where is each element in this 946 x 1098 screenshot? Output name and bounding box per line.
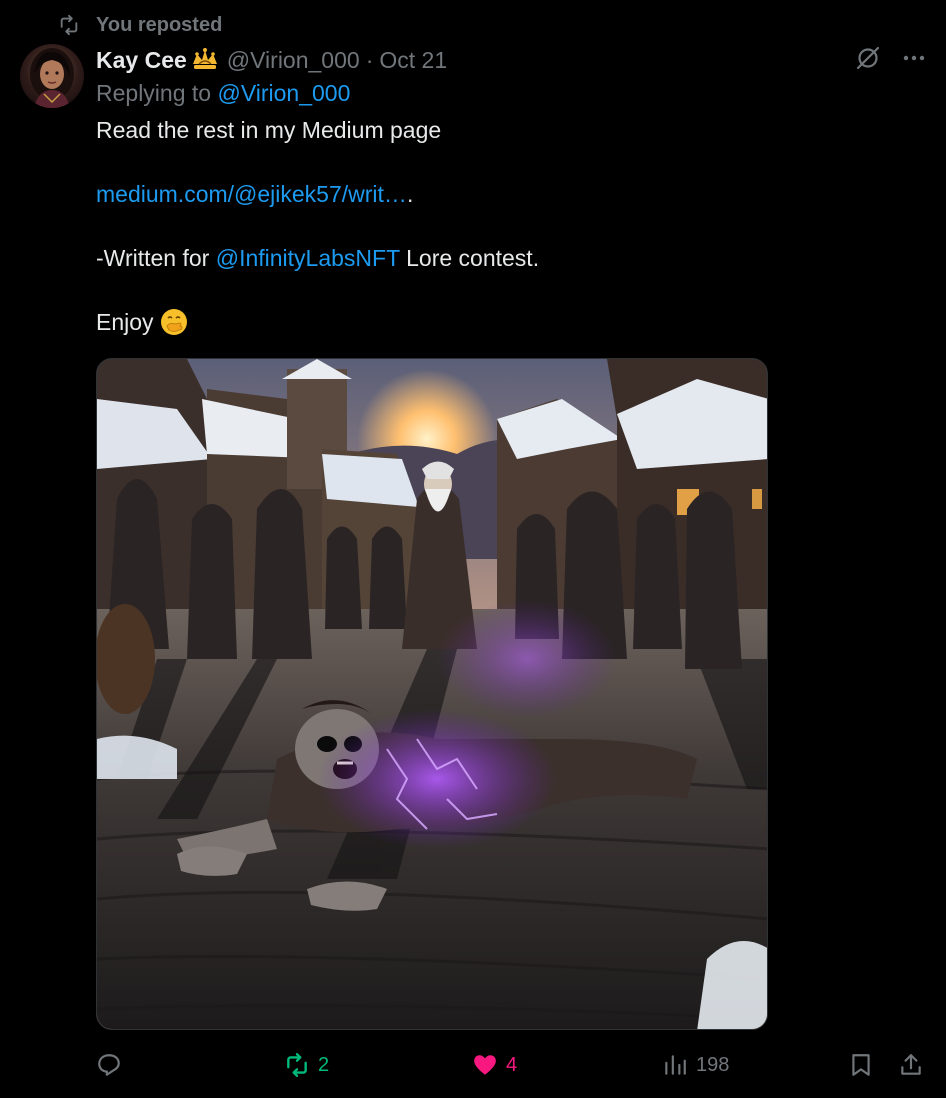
repost-button[interactable]: 2 — [284, 1046, 329, 1084]
views-button[interactable]: 198 — [662, 1046, 729, 1084]
tweet-header: Kay Cee @Virion_000 · Oct 21 — [96, 44, 447, 76]
views-chart-icon — [665, 1055, 686, 1075]
replying-to-line: Replying to @Virion_000 — [96, 80, 350, 107]
author-handle[interactable]: @Virion_000 — [227, 47, 360, 74]
views-count: 198 — [696, 1053, 730, 1076]
post-date[interactable]: Oct 21 — [379, 47, 447, 74]
repost-banner: You reposted — [58, 10, 222, 40]
like-count: 4 — [506, 1053, 518, 1076]
repost-count: 2 — [318, 1053, 330, 1076]
share-icon — [901, 1054, 921, 1075]
repost-icon — [287, 1052, 307, 1078]
display-name[interactable]: Kay Cee — [96, 47, 187, 74]
infinitylabs-mention-link[interactable]: @InfinityLabsNFT — [216, 245, 400, 271]
more-options-icon[interactable] — [900, 44, 928, 72]
top-right-actions — [854, 44, 928, 72]
link-suffix: . — [406, 181, 414, 207]
action-bar: 2 4 198 — [96, 1046, 926, 1084]
written-for-label: -Written for — [96, 245, 210, 271]
medium-link[interactable]: medium.com/@ejikek57/writ… — [96, 181, 407, 207]
face-with-hand-over-mouth-emoji — [160, 309, 187, 335]
tweet-line-1: Read the rest in my Medium page — [96, 117, 442, 143]
tweet-line-3: -Written for @InfinityLabsNFT Lore conte… — [96, 242, 876, 274]
reply-button[interactable] — [96, 1046, 130, 1084]
repost-banner-label: You reposted — [96, 13, 223, 36]
tweet-image[interactable] — [96, 358, 768, 1030]
reply-mention-link[interactable]: @Virion_000 — [217, 80, 350, 106]
crown-badge-icon — [192, 48, 217, 69]
avatar[interactable] — [20, 44, 84, 108]
tweet-text: Read the rest in my Medium page medium.c… — [96, 114, 876, 338]
zombie-village-image — [97, 359, 767, 1029]
separator-dot: · — [365, 46, 374, 73]
replying-to-label: Replying to — [96, 80, 212, 106]
enjoy-label: Enjoy — [96, 309, 154, 335]
tweet-line-2: medium.com/@ejikek57/writ…. — [96, 178, 876, 210]
like-button[interactable]: 4 — [472, 1046, 517, 1084]
grok-icon[interactable] — [854, 44, 882, 72]
share-button[interactable] — [898, 1046, 924, 1084]
tweet-line-4: Enjoy — [96, 306, 876, 338]
lore-contest-label: Lore contest. — [399, 245, 540, 271]
reply-icon — [98, 1054, 120, 1076]
bookmark-button[interactable] — [848, 1046, 874, 1084]
heart-icon — [474, 1055, 496, 1075]
bookmark-icon — [852, 1054, 870, 1076]
repost-icon — [60, 14, 78, 36]
